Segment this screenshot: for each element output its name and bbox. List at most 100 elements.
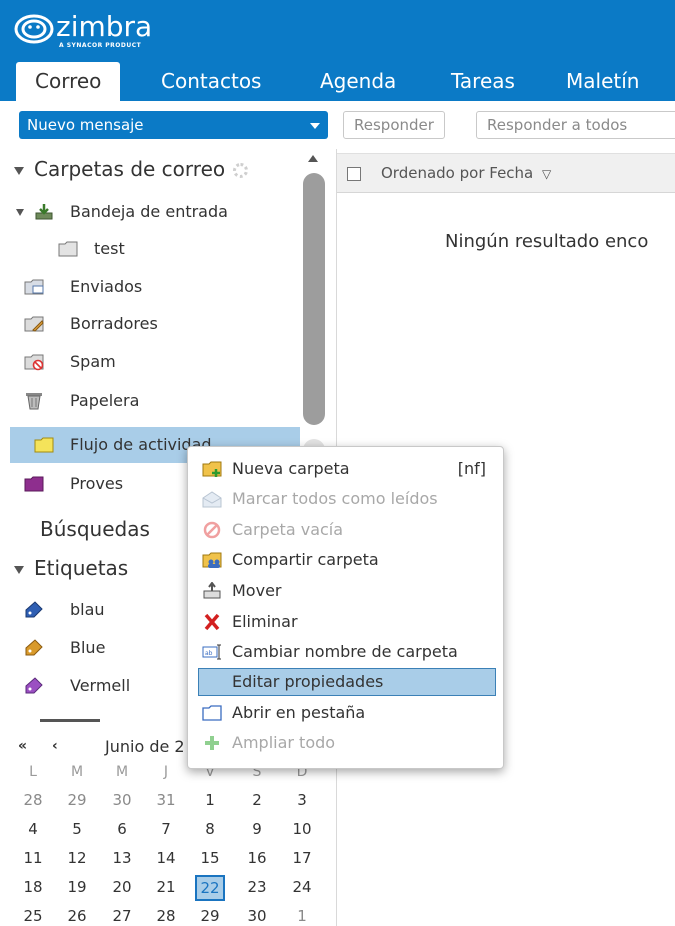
calendar-day[interactable]: 25 [18, 904, 48, 926]
calendar-day[interactable]: 28 [151, 904, 181, 926]
calendar-day[interactable]: 29 [62, 788, 92, 812]
menu-item-label: Ampliar todo [232, 733, 336, 752]
calendar-day[interactable]: 9 [242, 817, 272, 841]
folder-trash[interactable]: Papelera [0, 383, 300, 419]
calendar-day[interactable]: 19 [62, 875, 92, 899]
prev-month-icon[interactable]: ‹ [52, 738, 58, 754]
empty-folder-icon [203, 521, 221, 539]
collapse-triangle-icon[interactable] [14, 166, 24, 175]
calendar-day[interactable]: 23 [242, 875, 272, 899]
folder-test[interactable]: test [0, 231, 300, 267]
folder-label: Bandeja de entrada [70, 202, 228, 221]
calendar-day[interactable]: 13 [107, 846, 137, 870]
expand-triangle-icon[interactable] [16, 209, 24, 216]
tab-contactos[interactable]: Contactos [161, 62, 261, 101]
gear-icon[interactable] [233, 163, 249, 178]
sort-direction-icon[interactable]: ▽ [542, 167, 551, 181]
calendar-day[interactable]: 31 [151, 788, 181, 812]
calendar-day[interactable]: 8 [195, 817, 225, 841]
calendar-day[interactable]: 30 [107, 788, 137, 812]
menu-item-empty-folder[interactable]: Carpeta vacía [198, 516, 496, 544]
calendar-day[interactable]: 2 [242, 788, 272, 812]
calendar-day[interactable]: 28 [18, 788, 48, 812]
menu-item-delete[interactable]: Eliminar [198, 608, 496, 636]
menu-item-expand-all[interactable]: Ampliar todo [198, 729, 496, 757]
calendar-day[interactable]: 4 [18, 817, 48, 841]
empty-list-message: Ningún resultado enco [445, 231, 649, 252]
calendar-day[interactable]: 21 [151, 875, 181, 899]
menu-item-share-folder[interactable]: Compartir carpeta [198, 546, 496, 574]
calendar-day[interactable]: 16 [242, 846, 272, 870]
menu-item-open-in-tab[interactable]: Abrir en pestaña [198, 699, 496, 727]
calendar-day[interactable]: 27 [107, 904, 137, 926]
mail-folders-header[interactable]: Carpetas de correo [0, 157, 249, 181]
calendar-day[interactable]: 1 [195, 788, 225, 812]
calendar-day[interactable]: 24 [287, 875, 317, 899]
menu-item-label: Editar propiedades [232, 672, 384, 691]
scrollbar-thumb[interactable] [303, 173, 325, 425]
collapse-triangle-icon[interactable] [14, 565, 24, 574]
tag-icon [25, 677, 43, 694]
share-folder-icon [202, 552, 222, 568]
folder-label: test [94, 239, 125, 258]
calendar-day[interactable]: 15 [195, 846, 225, 870]
menu-item-label: Marcar todos como leídos [232, 489, 438, 508]
calendar-day[interactable]: 3 [287, 788, 317, 812]
tab-maletin[interactable]: Maletín [566, 62, 639, 101]
app-header: zimbra A SYNACOR PRODUCT Correo Contacto… [0, 0, 675, 101]
calendar-month-label[interactable]: Junio de 2 [105, 737, 185, 756]
folder-drafts[interactable]: Borradores [0, 306, 300, 342]
weekday-label: J [163, 764, 169, 780]
calendar-day[interactable]: 26 [62, 904, 92, 926]
select-all-checkbox[interactable] [347, 167, 361, 181]
menu-item-label: Nueva carpeta [232, 459, 350, 478]
folder-label: Proves [70, 474, 124, 493]
tag-icon [25, 601, 43, 618]
tab-agenda[interactable]: Agenda [320, 62, 396, 101]
calendar-day[interactable]: 1 [287, 904, 317, 926]
brand-tagline: A SYNACOR PRODUCT [59, 42, 142, 49]
calendar-day[interactable]: 6 [107, 817, 137, 841]
tab-correo[interactable]: Correo [16, 62, 121, 101]
chevron-down-icon[interactable] [310, 123, 320, 129]
searches-header[interactable]: Búsquedas [40, 517, 150, 541]
calendar-day[interactable]: 17 [287, 846, 317, 870]
sent-icon [24, 279, 44, 295]
prev-year-icon[interactable]: « [18, 738, 27, 754]
calendar-day[interactable]: 10 [287, 817, 317, 841]
expand-all-icon [205, 736, 219, 750]
tag-label: Blue [70, 638, 106, 657]
calendar-day[interactable]: 29 [195, 904, 225, 926]
folder-sent[interactable]: Enviados [0, 269, 300, 305]
calendar-day[interactable]: 14 [151, 846, 181, 870]
tag-icon [25, 639, 43, 656]
inbox-icon [35, 204, 53, 220]
calendar-day[interactable]: 7 [151, 817, 181, 841]
scroll-up-icon[interactable] [308, 155, 318, 162]
calendar-day[interactable]: 5 [62, 817, 92, 841]
folder-label: Papelera [70, 391, 140, 410]
menu-item-label: Compartir carpeta [232, 550, 379, 569]
tags-header[interactable]: Etiquetas [0, 556, 128, 580]
calendar-day[interactable]: 12 [62, 846, 92, 870]
new-message-button[interactable]: Nuevo mensaje [19, 111, 328, 139]
calendar-day[interactable]: 18 [18, 875, 48, 899]
reply-all-button[interactable]: Responder a todos [476, 111, 675, 139]
menu-item-label: Abrir en pestaña [232, 703, 366, 722]
calendar-day-today[interactable]: 22 [195, 875, 225, 901]
menu-item-rename-folder[interactable]: ab Cambiar nombre de carpeta [198, 638, 496, 666]
menu-item-new-folder[interactable]: Nueva carpeta [nf] [198, 455, 496, 483]
folder-spam[interactable]: Spam [0, 344, 300, 380]
folder-inbox[interactable]: Bandeja de entrada [0, 194, 300, 230]
calendar-day[interactable]: 20 [107, 875, 137, 899]
tab-tareas[interactable]: Tareas [451, 62, 515, 101]
menu-item-mark-all-read[interactable]: Marcar todos como leídos [198, 485, 496, 513]
calendar-day[interactable]: 11 [18, 846, 48, 870]
calendar-day[interactable]: 30 [242, 904, 272, 926]
sort-dropdown[interactable]: Ordenado por Fecha ▽ [381, 164, 551, 182]
menu-item-move[interactable]: Mover [198, 577, 496, 605]
menu-item-edit-properties[interactable]: Editar propiedades [198, 668, 496, 696]
mark-read-icon [202, 491, 222, 508]
tag-label: blau [70, 600, 105, 619]
reply-button[interactable]: Responder [343, 111, 445, 139]
